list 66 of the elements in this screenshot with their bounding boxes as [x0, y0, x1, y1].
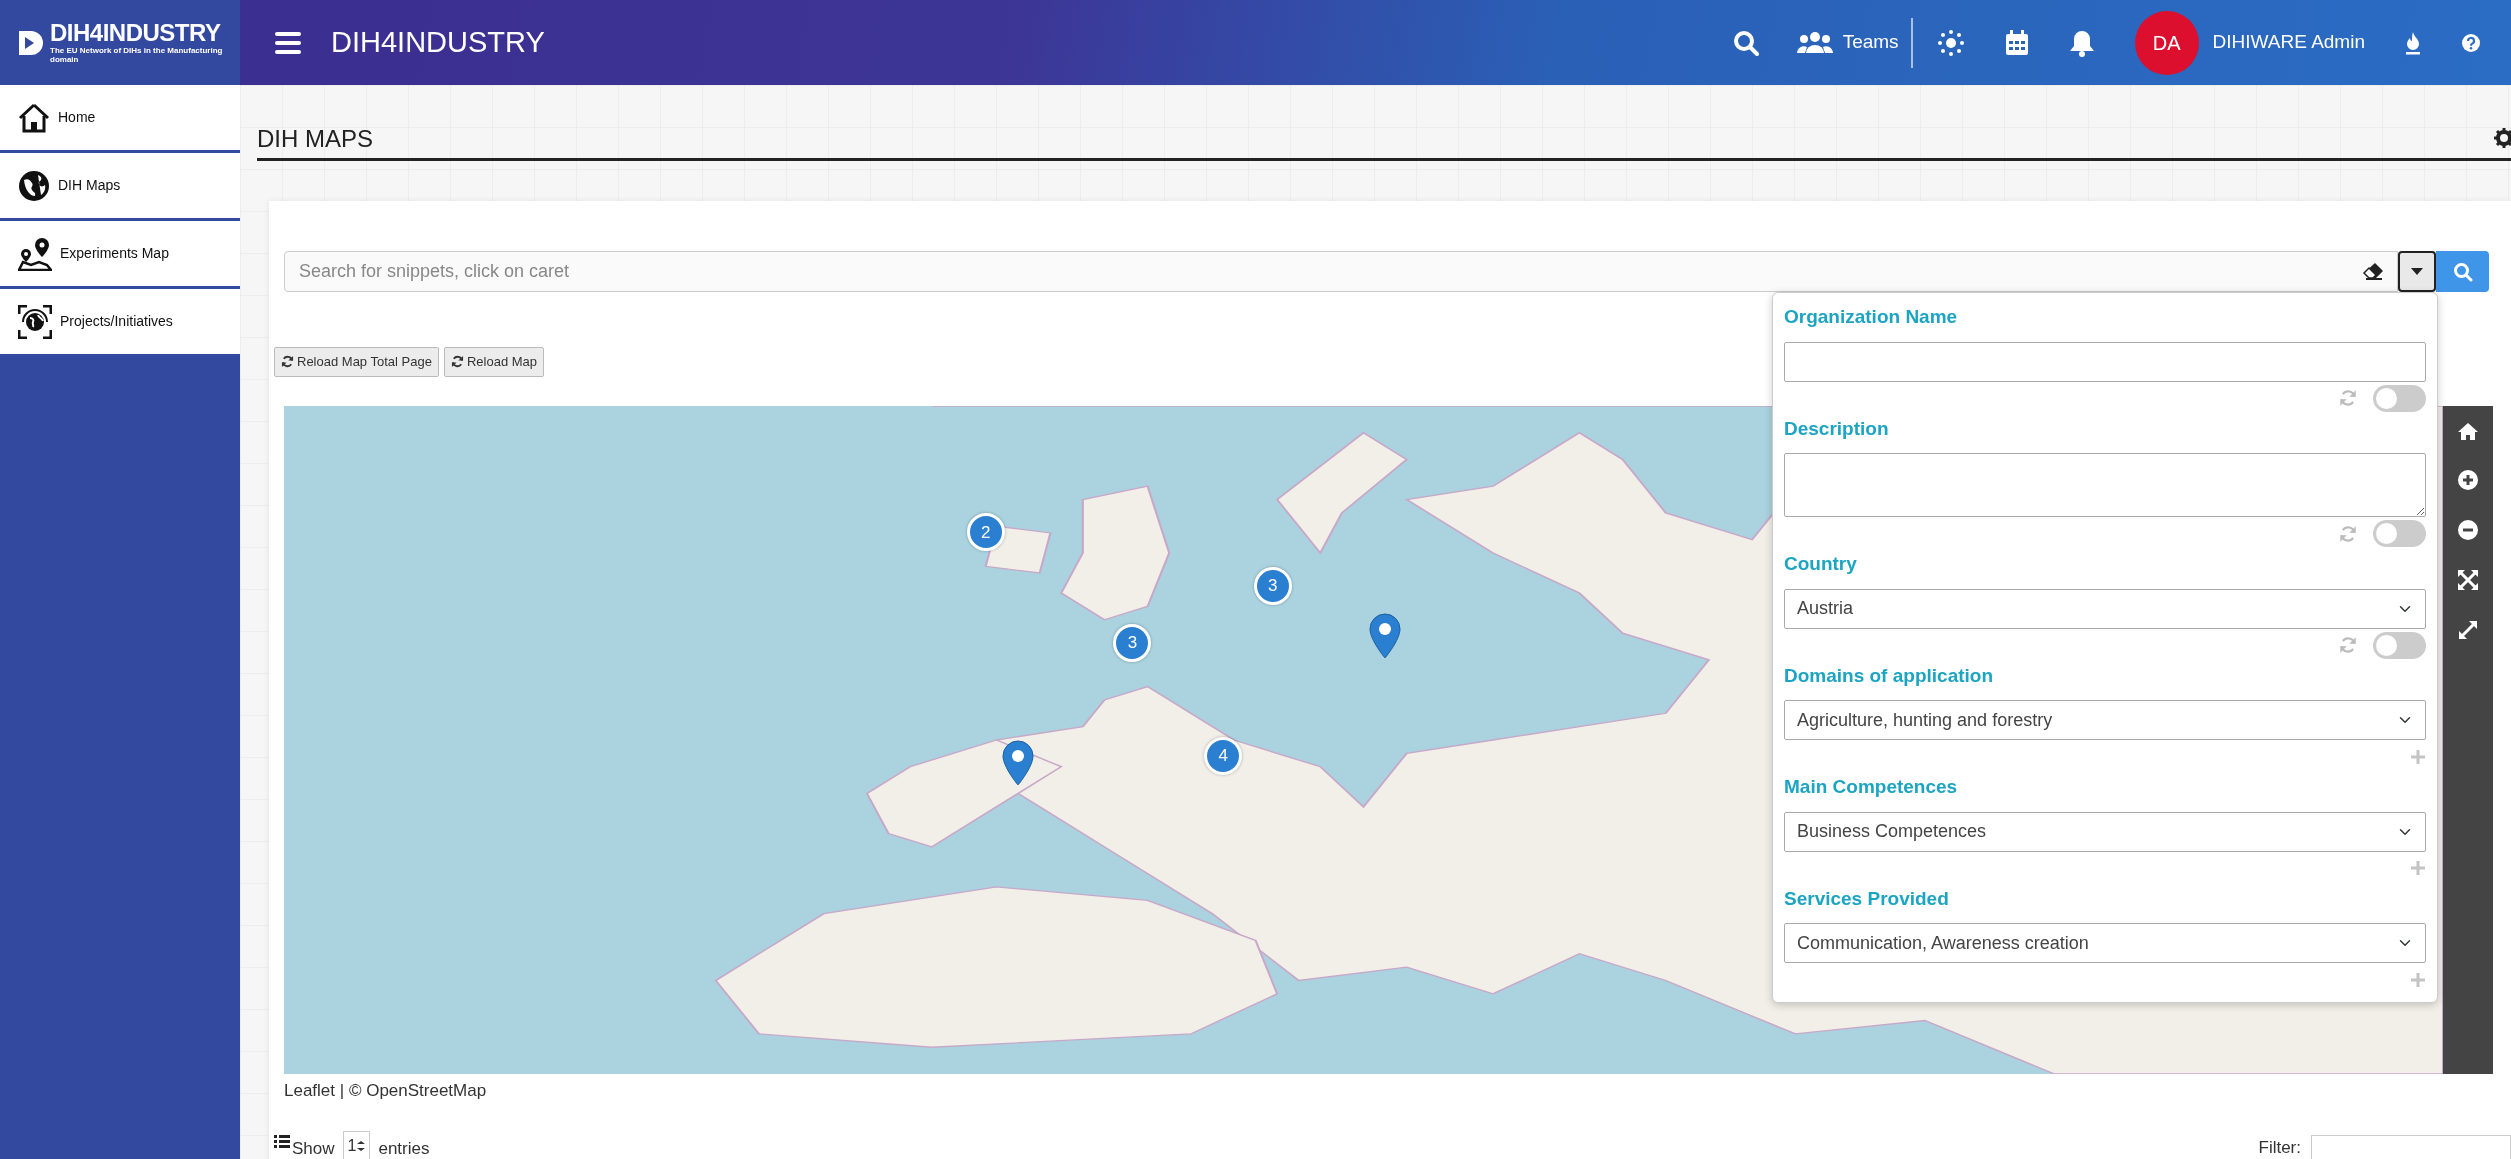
- toggle-switch[interactable]: [2373, 384, 2426, 412]
- zoom-out-icon[interactable]: [2458, 519, 2478, 540]
- filter-field[interactable]: [2311, 1135, 2511, 1159]
- menu-icon: [275, 31, 301, 54]
- zoom-in-icon[interactable]: [2458, 469, 2478, 490]
- reload-button[interactable]: Reload Map Total Page: [274, 347, 439, 377]
- toggle-switch[interactable]: [2373, 631, 2426, 659]
- menu-button[interactable]: [275, 31, 301, 54]
- reload-button[interactable]: Reload Map: [443, 347, 545, 377]
- field-label: Domains of application: [1784, 663, 1994, 688]
- teams-button[interactable]: Teams: [1796, 28, 1899, 57]
- search-button[interactable]: [1732, 29, 1759, 56]
- user-avatar[interactable]: DA: [2134, 10, 2199, 75]
- show-label: Show: [292, 1137, 335, 1159]
- dropdown-select[interactable]: Communication, Awareness creation: [1784, 923, 2426, 963]
- field-label: Description: [1784, 416, 1889, 441]
- eraser-icon[interactable]: [2362, 262, 2384, 280]
- people-icon: [1796, 30, 1833, 55]
- list-icon: [274, 1135, 290, 1149]
- text-field[interactable]: [1784, 341, 2426, 382]
- caret-icon: [2411, 268, 2423, 275]
- search-icon: [1732, 29, 1759, 56]
- field-label: Main Competences: [1784, 775, 1958, 799]
- dropdown-select[interactable]: Austria: [1784, 588, 2426, 629]
- house-icon: [18, 102, 50, 133]
- toggle-switch[interactable]: [2373, 520, 2426, 547]
- dropdown-select[interactable]: Business Competences: [1784, 811, 2426, 852]
- field-label: Services Provided: [1784, 886, 1949, 911]
- map-pin-icon[interactable]: [1002, 740, 1035, 787]
- sidebar-item[interactable]: DIH Maps: [0, 153, 240, 221]
- network-icon[interactable]: [1936, 28, 1965, 57]
- globe-frame-icon: [18, 304, 52, 339]
- map-attribution: Leaflet | © OpenStreetMap: [284, 1079, 488, 1102]
- sort-arrows-icon: [357, 1141, 366, 1151]
- page-length-select[interactable]: 1: [342, 1131, 371, 1159]
- user-name[interactable]: DIHIWARE Admin: [2212, 28, 2365, 57]
- refresh-icon: [450, 355, 464, 369]
- flame-icon[interactable]: [2405, 30, 2421, 55]
- logo-tagline: The EU Network of DIHs in the Manufacturing domain: [50, 46, 224, 65]
- settings-icon[interactable]: [2494, 128, 2511, 148]
- fit-bounds-icon[interactable]: [2458, 569, 2478, 590]
- logo-icon: [16, 28, 46, 57]
- field-label: Country: [1784, 552, 1857, 576]
- fullscreen-icon[interactable]: [2458, 619, 2478, 640]
- page-title: DIH MAPS: [257, 125, 374, 154]
- caret-button[interactable]: [2398, 251, 2436, 292]
- logo-text: DIH4INDUSTRY: [50, 20, 222, 45]
- entries-label: entries: [378, 1137, 430, 1159]
- sidebar-item[interactable]: Projects/Initiatives: [0, 289, 240, 357]
- bell-icon[interactable]: [2068, 28, 2095, 57]
- app-title: DIH4INDUSTRY: [331, 24, 545, 60]
- home-icon[interactable]: [2458, 421, 2478, 440]
- field-label: Organization Name: [1784, 305, 1958, 329]
- globe-icon: [18, 169, 50, 202]
- calendar-icon[interactable]: [2004, 29, 2029, 56]
- help-icon[interactable]: [2461, 32, 2481, 53]
- logo[interactable]: DIH4INDUSTRY The EU Network of DIHs in the Manufacturing domain: [0, 0, 240, 85]
- filter-label: Filter:: [2258, 1137, 2301, 1159]
- map-pin-icon[interactable]: [1369, 613, 1402, 660]
- sidebar-item[interactable]: Experiments Map: [0, 221, 240, 289]
- search-field[interactable]: Search for snippets, click on caret: [284, 251, 2398, 292]
- refresh-icon: [281, 355, 294, 369]
- search-icon: [2452, 261, 2473, 282]
- map-pins-icon: [18, 236, 52, 271]
- dropdown-select[interactable]: Agriculture, hunting and forestry: [1784, 700, 2426, 740]
- sidebar-item[interactable]: Home: [0, 85, 240, 153]
